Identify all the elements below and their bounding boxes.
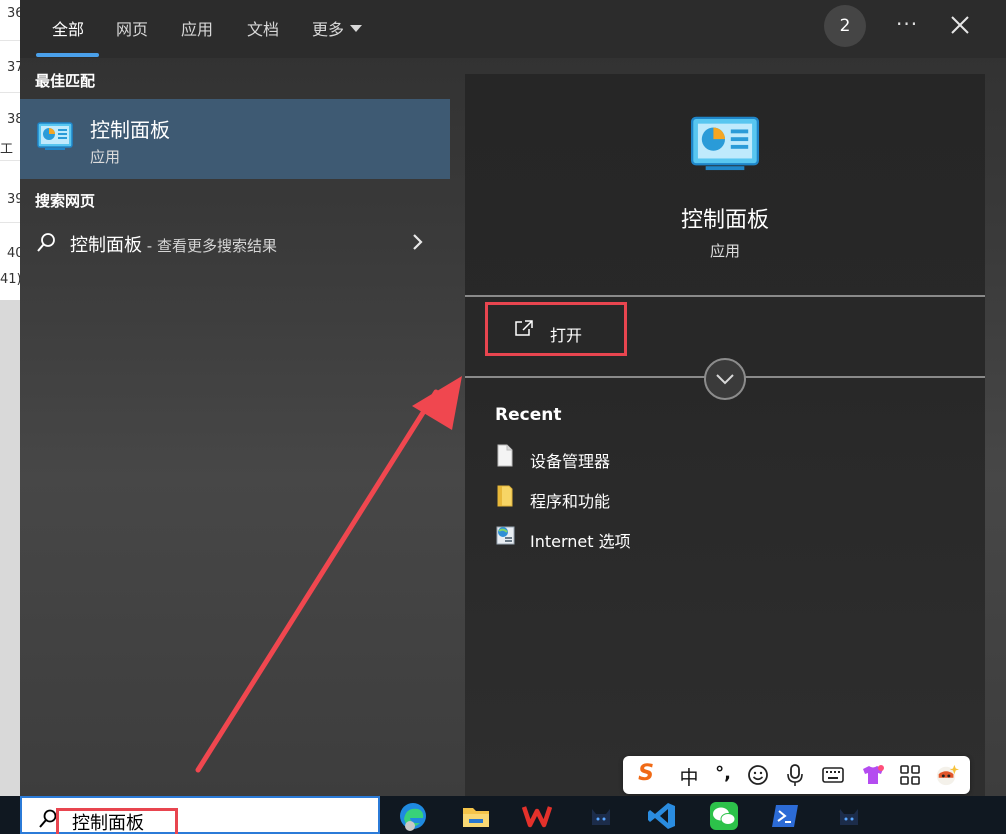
- taskbar: 控制面板: [0, 796, 1006, 834]
- taskbar-search-text: 控制面板: [72, 813, 144, 834]
- chevron-down-icon: [716, 374, 734, 385]
- recent-item-label: Internet 选项: [530, 532, 631, 551]
- active-tab-indicator: [36, 53, 99, 57]
- search-icon: [37, 233, 55, 252]
- web-search-result[interactable]: 控制面板 - 查看更多搜索结果: [20, 222, 450, 264]
- open-external-icon: [515, 320, 533, 336]
- search-window: 全部 网页 应用 文档 更多 2 ··· 最佳匹配 控制面板 应用 搜索网页 控…: [20, 0, 1006, 796]
- recent-item-device-manager[interactable]: 设备管理器: [495, 444, 795, 472]
- web-search-query: 控制面板: [70, 235, 142, 256]
- chevron-right-icon: [413, 234, 423, 250]
- best-match-heading: 最佳匹配: [35, 72, 96, 90]
- document-icon: [497, 444, 513, 467]
- web-search-hint: - 查看更多搜索结果: [142, 237, 277, 255]
- mascot-icon[interactable]: [933, 763, 961, 787]
- folder-icon: [497, 485, 513, 507]
- toolbox-grid-icon[interactable]: [898, 763, 922, 787]
- tab-more[interactable]: 更多: [312, 16, 363, 40]
- row-number: 工: [0, 142, 14, 157]
- preview-subtitle: 应用: [709, 242, 740, 260]
- search-tab-bar: 全部 网页 应用 文档 更多 2 ···: [20, 0, 1006, 58]
- tab-more-label: 更多: [312, 20, 345, 39]
- wps-icon[interactable]: [522, 801, 552, 831]
- close-icon[interactable]: [948, 13, 972, 37]
- control-panel-icon: [690, 116, 760, 171]
- recent-item-programs[interactable]: 程序和功能: [495, 484, 795, 512]
- rewards-badge[interactable]: 2: [824, 5, 866, 47]
- best-match-subtitle: 应用: [90, 148, 121, 166]
- recent-item-label: 程序和功能: [530, 492, 611, 511]
- open-label: 打开: [550, 326, 583, 345]
- open-button[interactable]: 打开: [485, 302, 627, 356]
- cat-app-icon[interactable]: [586, 801, 616, 831]
- preview-pane: 控制面板 应用 打开 Recent 设备管理器 程序和功能 Internet 选…: [465, 74, 985, 796]
- recent-item-label: 设备管理器: [530, 452, 611, 471]
- emoji-icon[interactable]: [746, 763, 770, 787]
- search-icon: [39, 809, 57, 828]
- file-explorer-icon[interactable]: [461, 801, 491, 831]
- recent-heading: Recent: [495, 405, 562, 425]
- screen: 36 37 38 工 39 40 41) 全部 网页 应用 文档 更多 2 ··…: [0, 0, 1006, 834]
- tab-web[interactable]: 网页: [116, 16, 148, 40]
- tab-apps[interactable]: 应用: [181, 16, 213, 40]
- chevron-down-icon: [350, 25, 363, 32]
- keyboard-icon[interactable]: [821, 763, 845, 787]
- internet-options-icon: [496, 526, 515, 545]
- edge-icon[interactable]: [398, 801, 428, 831]
- divider: [465, 295, 985, 297]
- preview-title: 控制面板: [680, 208, 769, 233]
- taskbar-search-box[interactable]: 控制面板: [20, 796, 380, 834]
- expand-button[interactable]: [704, 358, 746, 400]
- ime-mode-toggle[interactable]: 中: [677, 763, 701, 789]
- wechat-icon[interactable]: [709, 801, 739, 831]
- punctuation-toggle[interactable]: °,: [711, 763, 735, 787]
- row-number: 41): [0, 272, 22, 287]
- sogou-logo[interactable]: S: [633, 761, 659, 786]
- more-options-button[interactable]: ···: [896, 12, 918, 36]
- vscode-icon[interactable]: [647, 801, 677, 831]
- web-search-heading: 搜索网页: [35, 192, 96, 210]
- best-match-title: 控制面板: [90, 118, 170, 142]
- tab-documents[interactable]: 文档: [247, 16, 279, 40]
- control-panel-icon: [37, 122, 73, 150]
- tab-all[interactable]: 全部: [52, 16, 84, 40]
- microphone-icon[interactable]: [783, 763, 807, 787]
- ime-toolbar: S 中 °,: [623, 756, 970, 794]
- recent-item-internet-options[interactable]: Internet 选项: [495, 524, 795, 552]
- background-spreadsheet: 36 37 38 工 39 40 41): [0, 0, 24, 300]
- best-match-result[interactable]: 控制面板 应用: [20, 99, 450, 179]
- cat-app-icon[interactable]: [834, 801, 864, 831]
- skin-icon[interactable]: [860, 763, 886, 787]
- powershell-icon[interactable]: [770, 801, 800, 831]
